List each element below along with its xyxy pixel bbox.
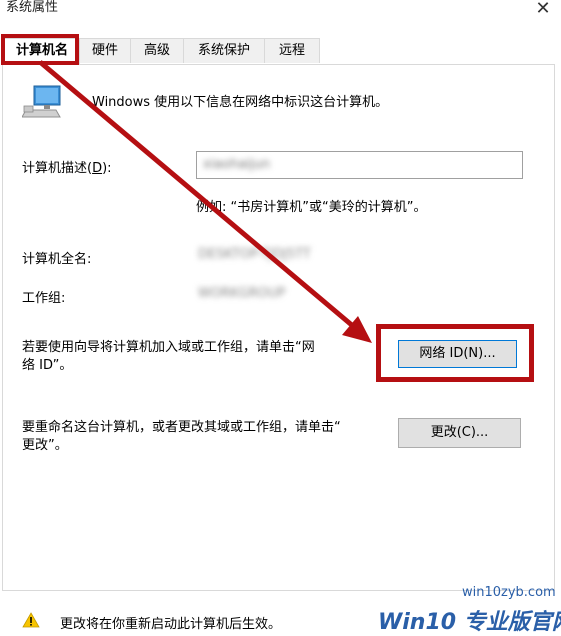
workgroup-label: 工作组: (22, 291, 66, 306)
watermark-url: win10zyb.com (462, 585, 556, 600)
close-icon[interactable]: ✕ (533, 0, 553, 19)
description-label: 计算机描述(D): (22, 161, 112, 176)
network-id-text: 若要使用向导将计算机加入域或工作组，请单击“网 络 ID”。 (22, 340, 315, 373)
computer-icon (22, 85, 61, 118)
tab-advanced[interactable]: 高级 (130, 38, 184, 63)
watermark-logo: Win10 专业版官网 (378, 610, 561, 635)
full-name-label: 计算机全名: (22, 252, 92, 267)
intro-text: Windows 使用以下信息在网络中标识这台计算机。 (92, 95, 389, 110)
warning-text: 更改将在你重新启动此计算机后生效。 (60, 617, 282, 632)
full-name-value: DESKTOP-TJDJ5TT (198, 247, 311, 262)
tab-bar: 计算机名 硬件 高级 系统保护 远程 (0, 38, 561, 65)
description-example: 例如: “书房计算机”或“美玲的计算机”。 (196, 200, 427, 215)
highlight-box-tab (1, 34, 79, 65)
tab-hardware[interactable]: 硬件 (79, 38, 131, 63)
tab-remote[interactable]: 远程 (264, 38, 320, 63)
window-title: 系统属性 (6, 0, 59, 15)
workgroup-value: WORKGROUP (198, 286, 286, 301)
warning-icon (22, 612, 40, 628)
tab-system-protection[interactable]: 系统保护 (183, 38, 265, 63)
title-bar: 系统属性 ✕ (0, 0, 561, 30)
highlight-box-button (376, 324, 534, 382)
change-button[interactable]: 更改(C)... (398, 418, 521, 448)
description-field[interactable]: xiaohaijun (196, 151, 523, 179)
rename-text: 要重命名这台计算机，或者更改其域或工作组，请单击“ 更改”。 (22, 420, 341, 453)
